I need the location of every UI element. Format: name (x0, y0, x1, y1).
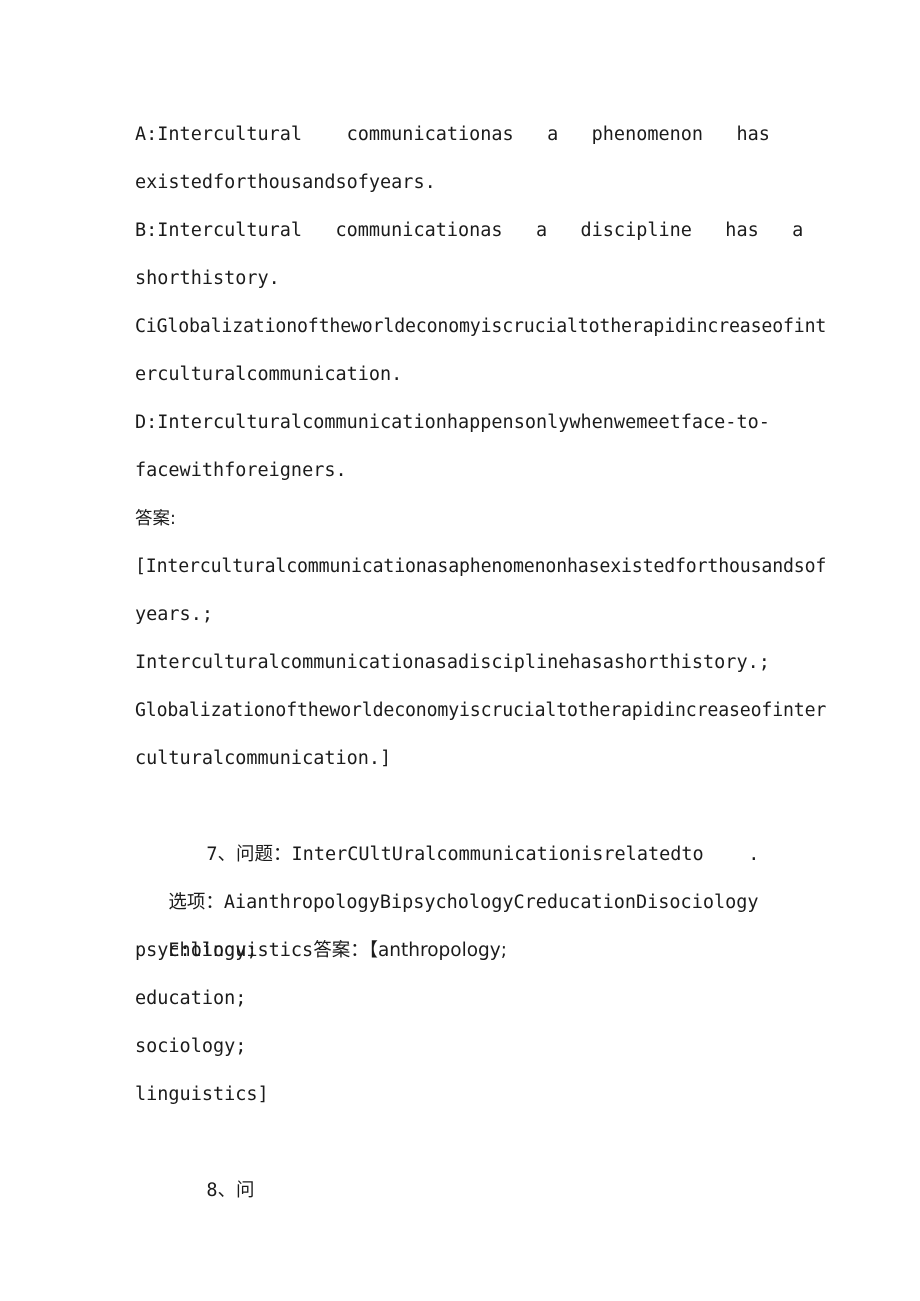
option-a-line-2: existedforthousandsofyears. (135, 172, 436, 193)
option-c-line-1: CiGlobalizationoftheworldeconomyiscrucia… (135, 316, 827, 337)
answer-line-2: years.; (135, 604, 213, 625)
question-8-line: 8、问 (135, 1119, 781, 1201)
document-text-body: A:Intercultural communicationas a phenom… (135, 111, 827, 1201)
question-8-number: 8、 (206, 1180, 237, 1201)
option-d-line-1: D:Interculturalcommunicationhappensonlyw… (135, 412, 770, 433)
answer-line-3: Interculturalcommunicationasadisciplineh… (135, 652, 770, 673)
option-a-line-1: A:Intercultural communicationas a phenom… (135, 124, 770, 145)
options-7-label: 选项： (168, 892, 224, 913)
question-7-number: 7、 (206, 844, 237, 865)
question-7-label: 问题： (236, 844, 292, 865)
option-b-line-1: B:Intercultural communicationas a discip… (135, 220, 804, 241)
question-7-blank (704, 844, 749, 865)
question-7-text: InterCUltUralcommunicationisrelatedto (291, 844, 704, 865)
option-b-line-2: shorthistory. (135, 268, 280, 289)
answer-line-4: Globalizationoftheworldeconomyiscrucialt… (135, 700, 827, 721)
answer-7-item-sociology: sociology; (135, 1036, 247, 1057)
answer-7-label: 答案： (313, 940, 369, 961)
answer-label: 答案: (135, 509, 176, 529)
question-7-line: 7、问题：InterCUltUralcommunicationisrelated… (135, 783, 781, 865)
options-7-text: AianthropologyBipsychologyCreducationDis… (223, 892, 759, 913)
question-8-label: 问 (236, 1180, 255, 1201)
option-d-line-2: facewithforeigners. (135, 460, 347, 481)
answer-line-1: [Interculturalcommunicationasaphenomenon… (135, 556, 827, 577)
answer-7-item-education: education; (135, 988, 247, 1009)
answer-7-item-linguistics: linguistics] (135, 1084, 269, 1105)
answer-7-first-item: 【anthropology; (368, 940, 507, 961)
answer-line-5: culturalcommunication.] (135, 748, 392, 769)
option-c-line-2: erculturalcommunication. (135, 364, 403, 385)
question-7-trailing-period: . (748, 844, 760, 865)
document-page: A:Intercultural communicationas a phenom… (0, 0, 920, 1301)
